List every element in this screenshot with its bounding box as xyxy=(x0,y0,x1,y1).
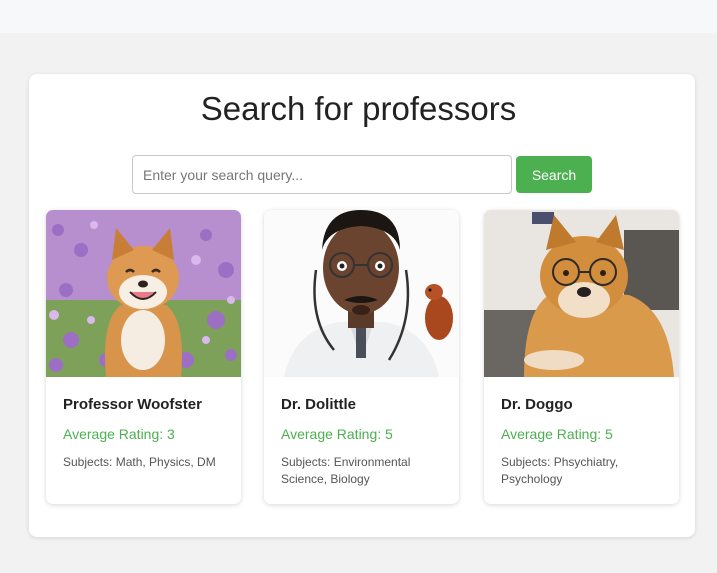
professor-name: Professor Woofster xyxy=(63,396,202,413)
professor-rating: Average Rating: 5 xyxy=(501,426,613,442)
search-input[interactable] xyxy=(132,155,512,194)
professor-rating: Average Rating: 5 xyxy=(281,426,393,442)
professor-photo xyxy=(46,210,241,377)
search-button[interactable]: Search xyxy=(516,156,592,193)
professor-photo xyxy=(264,210,459,377)
professor-card[interactable]: Dr. Doggo Average Rating: 5 Subjects: Ph… xyxy=(484,210,679,504)
page-title: Search for professors xyxy=(200,90,517,127)
professor-photo xyxy=(484,210,679,377)
professor-subjects: Subjects: Phsychiatry, Psychology xyxy=(501,455,619,486)
professor-name: Dr. Doggo xyxy=(501,396,573,413)
professor-card[interactable]: Professor Woofster Average Rating: 3 Sub… xyxy=(46,210,241,504)
professor-subjects: Subjects: Math, Physics, DM xyxy=(63,455,216,469)
professor-card[interactable]: Dr. Dolittle Average Rating: 5 Subjects:… xyxy=(264,210,459,504)
professor-name: Dr. Dolittle xyxy=(281,396,357,413)
top-bar xyxy=(0,0,717,33)
professor-rating: Average Rating: 3 xyxy=(63,426,175,442)
professor-subjects: Subjects: Environmental Science, Biology xyxy=(281,455,411,486)
